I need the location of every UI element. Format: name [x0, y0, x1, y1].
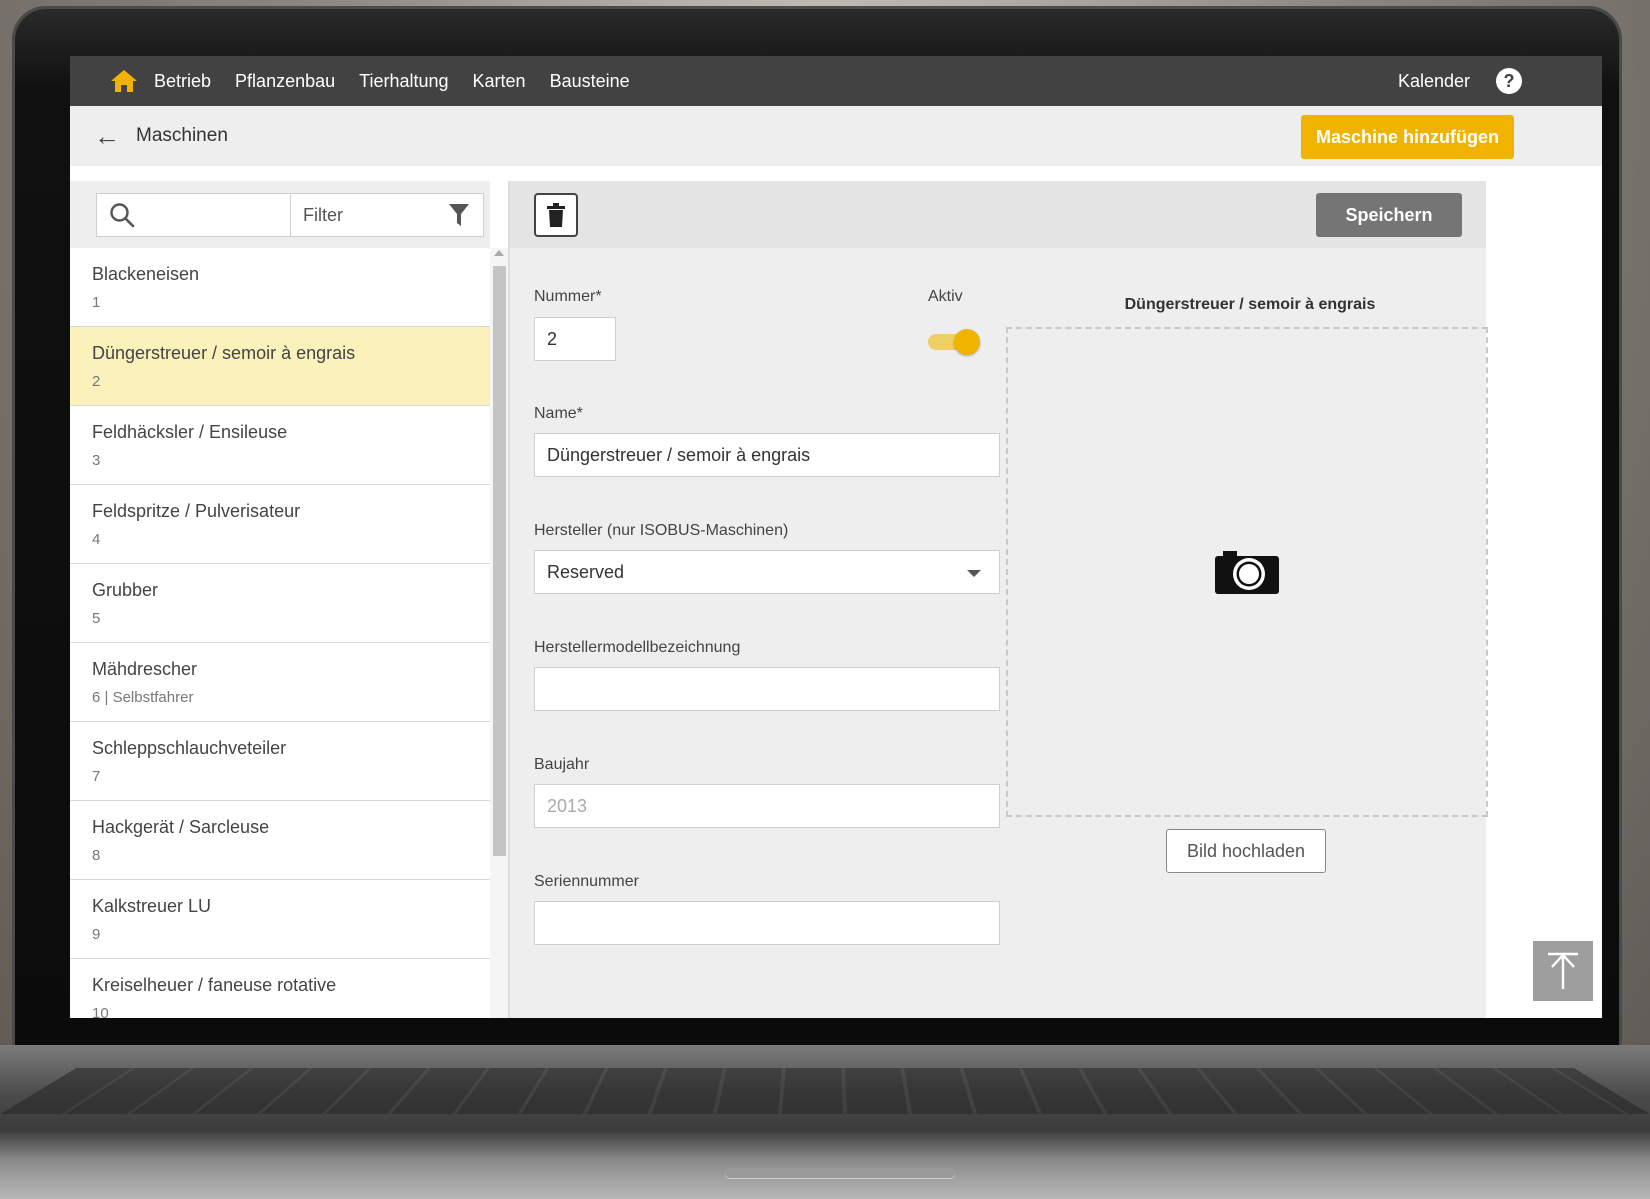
list-item-number: 4	[92, 531, 101, 548]
image-drop-zone[interactable]	[1006, 327, 1488, 817]
search-filter-bar: Filter	[96, 193, 484, 237]
funnel-icon	[449, 204, 469, 226]
nav-item-pflanzenbau[interactable]: Pflanzenbau	[235, 71, 335, 92]
list-item-number: 3	[92, 452, 101, 469]
list-item-number: 7	[92, 768, 101, 785]
modell-label: Herstellermodellbezeichnung	[534, 639, 741, 656]
delete-button[interactable]	[534, 193, 578, 237]
toggle-knob	[954, 329, 980, 355]
list-item-number: 9	[92, 926, 101, 943]
list-item[interactable]: Kalkstreuer LU 9	[70, 880, 490, 959]
aktiv-toggle[interactable]	[928, 329, 982, 355]
list-item-name: Schleppschlauchveteiler	[92, 738, 287, 758]
nav-right: Kalender ?	[1398, 56, 1522, 106]
list-item[interactable]: Schleppschlauchveteiler 7	[70, 722, 490, 801]
arrow-left-icon[interactable]: ←	[94, 121, 120, 152]
filter-label: Filter	[303, 204, 343, 225]
page-title: Maschinen	[136, 125, 228, 146]
nav-item-karten[interactable]: Karten	[473, 71, 526, 92]
baujahr-label: Baujahr	[534, 756, 590, 773]
app-screen: Betrieb Pflanzenbau Tierhaltung Karten B…	[70, 56, 1602, 1018]
list-item-number: 1	[92, 294, 101, 311]
search-input[interactable]	[97, 194, 291, 236]
list-item-name: Mähdrescher	[92, 659, 198, 679]
laptop-notch	[725, 1168, 955, 1178]
list-item-name: Kalkstreuer LU	[92, 896, 212, 916]
list-item-number: 2	[92, 373, 101, 390]
list-item-name: Grubber	[92, 580, 159, 600]
filter-select[interactable]: Filter	[291, 194, 483, 236]
nummer-input[interactable]: 2	[534, 317, 616, 361]
list-item-selected[interactable]: Düngerstreuer / semoir à engrais 2	[70, 327, 490, 406]
list-scrollbar[interactable]	[490, 248, 508, 1018]
list-item[interactable]: Grubber 5	[70, 564, 490, 643]
name-input[interactable]: Düngerstreuer / semoir à engrais	[534, 433, 1000, 477]
modell-input[interactable]	[534, 667, 1000, 711]
search-icon	[110, 203, 135, 228]
machine-list-panel: Filter Blackeneisen 1 Düngerstreuer / se…	[70, 181, 508, 1018]
hersteller-value: Reserved	[547, 561, 625, 582]
seriennummer-label: Seriennummer	[534, 873, 639, 890]
list-item[interactable]: Feldspritze / Pulverisateur 4	[70, 485, 490, 564]
image-title: Düngerstreuer / semoir à engrais	[1124, 296, 1376, 313]
keyboard	[0, 1068, 1650, 1115]
machine-detail-panel: Speichern Nummer* 2 Aktiv Name* Düngerst…	[508, 181, 1488, 1018]
aktiv-label: Aktiv	[928, 288, 963, 305]
hersteller-select[interactable]: Reserved	[534, 550, 1000, 594]
nav-item-kalender[interactable]: Kalender	[1398, 71, 1470, 92]
arrow-up-icon	[1548, 952, 1578, 989]
list-item-name: Düngerstreuer / semoir à engrais	[92, 343, 356, 363]
list-item[interactable]: Blackeneisen 1	[70, 248, 490, 327]
list-item[interactable]: Feldhäcksler / Ensileuse 3	[70, 406, 490, 485]
hersteller-label: Hersteller (nur ISOBUS-Maschinen)	[534, 522, 789, 539]
camera-icon	[1215, 551, 1279, 594]
list-item[interactable]: Kreiselheuer / faneuse rotative 10	[70, 959, 490, 1018]
list-item-name: Kreiselheuer / faneuse rotative	[92, 975, 337, 995]
machine-list: Blackeneisen 1 Düngerstreuer / semoir à …	[70, 248, 490, 1018]
trash-icon	[547, 203, 565, 227]
home-icon[interactable]	[110, 69, 138, 93]
help-icon[interactable]: ?	[1496, 68, 1522, 94]
seriennummer-input[interactable]	[534, 901, 1000, 945]
list-item-number: 8	[92, 847, 101, 864]
name-label: Name*	[534, 405, 583, 422]
page-header: ← Maschinen Maschine hinzufügen	[70, 106, 1602, 166]
save-button[interactable]: Speichern	[1316, 193, 1462, 237]
list-item-number: 6 | Selbstfahrer	[92, 689, 194, 706]
list-item-name: Feldhäcksler / Ensileuse	[92, 422, 288, 442]
nav-item-bausteine[interactable]: Bausteine	[550, 71, 630, 92]
scrollbar-thumb[interactable]	[493, 266, 506, 856]
chevron-down-icon	[967, 570, 981, 577]
list-item[interactable]: Hackgerät / Sarcleuse 8	[70, 801, 490, 880]
list-item[interactable]: Mähdrescher 6 | Selbstfahrer	[70, 643, 490, 722]
list-item-name: Blackeneisen	[92, 264, 200, 284]
nav-item-tierhaltung[interactable]: Tierhaltung	[359, 71, 448, 92]
top-navigation: Betrieb Pflanzenbau Tierhaltung Karten B…	[70, 56, 1602, 106]
nav-item-betrieb[interactable]: Betrieb	[154, 71, 211, 92]
scroll-up-arrow-icon[interactable]	[494, 250, 504, 256]
list-item-number: 5	[92, 610, 101, 627]
baujahr-input[interactable]: 2013	[534, 784, 1000, 828]
list-item-name: Feldspritze / Pulverisateur	[92, 501, 301, 521]
list-item-number: 10	[92, 1005, 109, 1018]
detail-toolbar: Speichern	[510, 181, 1486, 248]
nummer-label: Nummer*	[534, 288, 602, 305]
list-item-name: Hackgerät / Sarcleuse	[92, 817, 270, 837]
upload-image-button[interactable]: Bild hochladen	[1166, 829, 1326, 873]
add-machine-button[interactable]: Maschine hinzufügen	[1300, 115, 1514, 159]
scroll-to-top-button[interactable]	[1533, 941, 1593, 1001]
